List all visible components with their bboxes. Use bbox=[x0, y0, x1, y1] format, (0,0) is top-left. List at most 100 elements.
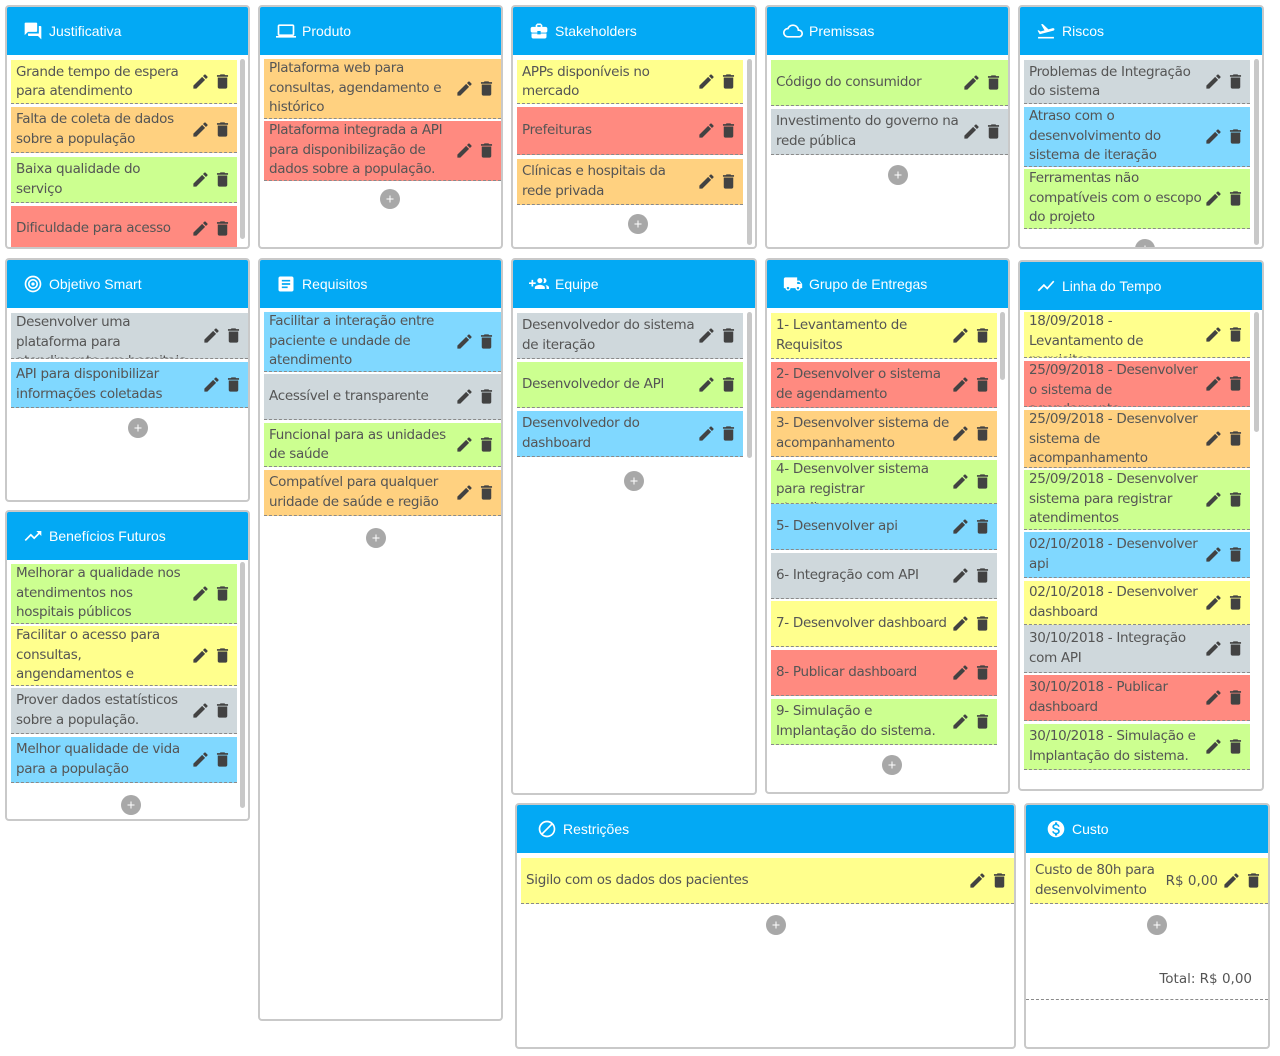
delete-trash-icon[interactable] bbox=[211, 645, 233, 667]
edit-pencil-icon[interactable] bbox=[949, 565, 971, 587]
edit-pencil-icon[interactable] bbox=[200, 374, 222, 396]
delete-trash-icon[interactable] bbox=[211, 583, 233, 605]
edit-pencil-icon[interactable] bbox=[1202, 373, 1224, 395]
delete-trash-icon[interactable] bbox=[971, 423, 993, 445]
card[interactable]: Ferramentas não compatíveis com o escopo… bbox=[1024, 169, 1250, 229]
delete-trash-icon[interactable] bbox=[475, 386, 497, 408]
edit-pencil-icon[interactable] bbox=[949, 325, 971, 347]
edit-pencil-icon[interactable] bbox=[960, 72, 982, 94]
edit-pencil-icon[interactable] bbox=[949, 423, 971, 445]
edit-pencil-icon[interactable] bbox=[1202, 188, 1224, 210]
add-card-button[interactable] bbox=[380, 189, 400, 209]
card[interactable]: 30/10/2018 - Integração com API bbox=[1024, 625, 1250, 673]
card[interactable]: 25/09/2018 - Desenvolver sistema para re… bbox=[1024, 470, 1250, 530]
card[interactable]: Atraso com o desenvolvimento do sistema … bbox=[1024, 107, 1250, 167]
card[interactable]: 1- Levantamento de Requisitos bbox=[771, 313, 997, 359]
edit-pencil-icon[interactable] bbox=[189, 119, 211, 141]
edit-pencil-icon[interactable] bbox=[695, 120, 717, 142]
edit-pencil-icon[interactable] bbox=[1220, 870, 1242, 892]
delete-trash-icon[interactable] bbox=[1224, 373, 1246, 395]
delete-trash-icon[interactable] bbox=[211, 700, 233, 722]
card[interactable]: Prover dados estatísticos sobre a popula… bbox=[11, 688, 237, 734]
card[interactable]: Funcional para as unidades de saúde bbox=[264, 423, 501, 467]
edit-pencil-icon[interactable] bbox=[949, 516, 971, 538]
card[interactable]: Desenvolver uma plataforma para atendime… bbox=[11, 313, 248, 359]
card[interactable]: Custo de 80h para desenvolvimento R$ 0,0… bbox=[1030, 858, 1268, 904]
delete-trash-icon[interactable] bbox=[717, 171, 739, 193]
card[interactable]: APPs disponíveis no mercado bbox=[517, 60, 743, 104]
edit-pencil-icon[interactable] bbox=[189, 71, 211, 93]
edit-pencil-icon[interactable] bbox=[695, 171, 717, 193]
card[interactable]: Código do consumidor bbox=[771, 60, 1008, 106]
edit-pencil-icon[interactable] bbox=[960, 121, 982, 143]
edit-pencil-icon[interactable] bbox=[1202, 544, 1224, 566]
delete-trash-icon[interactable] bbox=[982, 121, 1004, 143]
card[interactable]: Prefeituras bbox=[517, 107, 743, 155]
delete-trash-icon[interactable] bbox=[717, 374, 739, 396]
add-card-button[interactable] bbox=[366, 528, 386, 548]
delete-trash-icon[interactable] bbox=[717, 325, 739, 347]
delete-trash-icon[interactable] bbox=[211, 218, 233, 240]
edit-pencil-icon[interactable] bbox=[189, 700, 211, 722]
card[interactable]: Acessível e transparente bbox=[264, 374, 501, 420]
add-card-button[interactable] bbox=[121, 795, 141, 815]
card[interactable]: 25/09/2018 - Desenvolver sistema de acom… bbox=[1024, 410, 1250, 468]
card[interactable]: Grande tempo de espera para atendimento bbox=[11, 60, 237, 104]
card[interactable]: 18/09/2018 - Levantamento de requisitos bbox=[1024, 312, 1250, 358]
edit-pencil-icon[interactable] bbox=[189, 169, 211, 191]
card[interactable]: Compatível para qualquer uridade de saúd… bbox=[264, 470, 501, 516]
add-card-button[interactable] bbox=[766, 915, 786, 935]
edit-pencil-icon[interactable] bbox=[949, 471, 971, 493]
card[interactable]: Melhorar a qualidade nos atendimentos no… bbox=[11, 564, 237, 624]
delete-trash-icon[interactable] bbox=[971, 325, 993, 347]
card[interactable]: Plataforma web para consultas, agendamen… bbox=[264, 59, 501, 119]
delete-trash-icon[interactable] bbox=[717, 423, 739, 445]
card[interactable]: Melhor qualidade de vida para a populaçã… bbox=[11, 737, 237, 783]
delete-trash-icon[interactable] bbox=[1224, 324, 1246, 346]
delete-trash-icon[interactable] bbox=[475, 482, 497, 504]
edit-pencil-icon[interactable] bbox=[949, 374, 971, 396]
card[interactable]: 5- Desenvolver api bbox=[771, 504, 997, 550]
edit-pencil-icon[interactable] bbox=[1202, 687, 1224, 709]
delete-trash-icon[interactable] bbox=[211, 169, 233, 191]
delete-trash-icon[interactable] bbox=[1224, 592, 1246, 614]
edit-pencil-icon[interactable] bbox=[695, 374, 717, 396]
add-card-button[interactable] bbox=[128, 418, 148, 438]
card[interactable]: 25/09/2018 - Desenvolver o sistema de ag… bbox=[1024, 361, 1250, 407]
edit-pencil-icon[interactable] bbox=[695, 71, 717, 93]
edit-pencil-icon[interactable] bbox=[189, 218, 211, 240]
delete-trash-icon[interactable] bbox=[1224, 126, 1246, 148]
card[interactable]: 4- Desenvolver sistema para registrar at… bbox=[771, 460, 997, 504]
card[interactable]: 30/10/2018 - Publicar dashboard bbox=[1024, 675, 1250, 721]
delete-trash-icon[interactable] bbox=[475, 331, 497, 353]
delete-trash-icon[interactable] bbox=[717, 71, 739, 93]
delete-trash-icon[interactable] bbox=[1224, 638, 1246, 660]
card[interactable]: 3- Desenvolver sistema de acompanhamento bbox=[771, 411, 997, 457]
card[interactable]: Desenvolvedor de API bbox=[517, 362, 743, 408]
edit-pencil-icon[interactable] bbox=[453, 482, 475, 504]
delete-trash-icon[interactable] bbox=[475, 140, 497, 162]
edit-pencil-icon[interactable] bbox=[1202, 489, 1224, 511]
delete-trash-icon[interactable] bbox=[988, 870, 1010, 892]
delete-trash-icon[interactable] bbox=[971, 516, 993, 538]
delete-trash-icon[interactable] bbox=[1224, 736, 1246, 758]
add-card-button[interactable] bbox=[882, 755, 902, 775]
edit-pencil-icon[interactable] bbox=[949, 711, 971, 733]
delete-trash-icon[interactable] bbox=[222, 325, 244, 347]
delete-trash-icon[interactable] bbox=[211, 119, 233, 141]
card[interactable]: 2- Desenvolver o sistema de agendamento bbox=[771, 362, 997, 408]
edit-pencil-icon[interactable] bbox=[1202, 324, 1224, 346]
card[interactable]: Facilitar o acesso para consultas, angen… bbox=[11, 626, 237, 686]
edit-pencil-icon[interactable] bbox=[1202, 428, 1224, 450]
edit-pencil-icon[interactable] bbox=[695, 325, 717, 347]
edit-pencil-icon[interactable] bbox=[453, 434, 475, 456]
edit-pencil-icon[interactable] bbox=[1202, 592, 1224, 614]
delete-trash-icon[interactable] bbox=[1224, 428, 1246, 450]
card[interactable]: 8- Publicar dashboard bbox=[771, 650, 997, 696]
edit-pencil-icon[interactable] bbox=[453, 78, 475, 100]
delete-trash-icon[interactable] bbox=[475, 78, 497, 100]
delete-trash-icon[interactable] bbox=[211, 71, 233, 93]
delete-trash-icon[interactable] bbox=[971, 565, 993, 587]
card[interactable]: 9- Simulação e Implantação do sistema. bbox=[771, 699, 997, 745]
card[interactable]: Desenvolvedor do sistema de iteração bbox=[517, 313, 743, 359]
